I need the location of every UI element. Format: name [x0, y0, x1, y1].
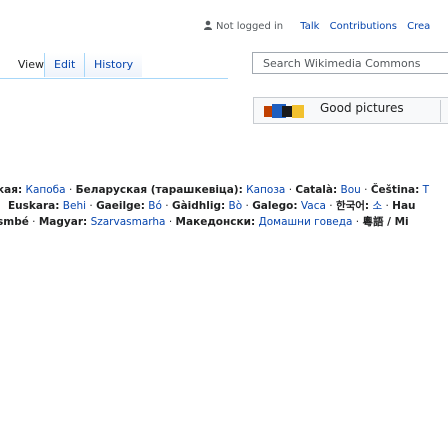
lang-value[interactable]: Bò	[229, 200, 243, 212]
good-pictures-icon	[264, 104, 304, 118]
user-icon	[204, 20, 212, 30]
lang-value[interactable]: Vaca	[301, 200, 326, 212]
lang-name: Čeština:	[370, 184, 420, 196]
create-account-link[interactable]: Crea	[407, 21, 430, 32]
good-pictures-button[interactable]: Good pictures	[253, 97, 448, 124]
tab-view-label: View	[17, 58, 44, 71]
tab-baseline	[0, 78, 228, 79]
lang-name: Македонски:	[175, 216, 256, 228]
lang-value[interactable]: Капоба	[26, 184, 66, 196]
not-logged-in: Not logged in	[203, 20, 293, 32]
personal-tools: Not logged in Talk Contributions Crea	[0, 0, 448, 40]
lang-name: 한국어:	[335, 200, 370, 212]
divider	[440, 100, 441, 122]
lang-name: Galego:	[252, 200, 298, 212]
lang-name: Gaeilge:	[96, 200, 145, 212]
lang-value[interactable]: Домашни говеда	[259, 216, 353, 228]
lang-name: Magyar:	[38, 216, 88, 228]
user-links: Not logged in Talk Contributions Crea	[203, 20, 437, 32]
lang-name: Euskara:	[8, 200, 60, 212]
good-pictures-label: Good pictures	[320, 101, 404, 115]
language-list: кая: Капоба · Беларуская (тарашкевіца): …	[0, 183, 448, 245]
lang-name: Беларуская (тарашкевіца):	[75, 184, 243, 196]
talk-link[interactable]: Talk	[300, 21, 319, 32]
lang-name: smbé	[0, 216, 29, 228]
not-logged-in-label: Not logged in	[216, 21, 284, 32]
contributions-link[interactable]: Contributions	[330, 21, 397, 32]
language-line-2: Euskara: Behi · Gaeilge: Bó · Gàidhlig: …	[8, 200, 416, 212]
lang-name: Català:	[295, 184, 338, 196]
tab-edit-label: Edit	[54, 58, 76, 71]
search-placeholder: Search Wikimedia Commons	[263, 57, 421, 70]
lang-value[interactable]: Behi	[63, 200, 86, 212]
lang-value[interactable]: Bó	[148, 200, 162, 212]
lang-name[interactable]: 粵語 / Mi	[362, 216, 408, 228]
tab-history[interactable]: History	[84, 53, 143, 77]
lang-name: Hau	[392, 200, 416, 212]
lang-value[interactable]: Szarvasmarha	[91, 216, 166, 228]
search-input[interactable]: Search Wikimedia Commons	[252, 52, 448, 74]
lang-name: Gàidhlig:	[171, 200, 226, 212]
lang-value[interactable]: T	[423, 184, 429, 196]
lang-value[interactable]: Капоза	[246, 184, 285, 196]
lang-value[interactable]: 소	[372, 200, 382, 212]
lang-name: кая:	[0, 184, 23, 196]
tab-edit[interactable]: Edit	[44, 53, 85, 77]
lang-value[interactable]: Bou	[341, 184, 361, 196]
language-line-1: кая: Капоба · Беларуская (тарашкевіца): …	[0, 183, 429, 198]
language-line-3: smbé · Magyar: Szarvasmarha · Македонски…	[0, 215, 409, 230]
tab-history-label: History	[94, 58, 134, 71]
